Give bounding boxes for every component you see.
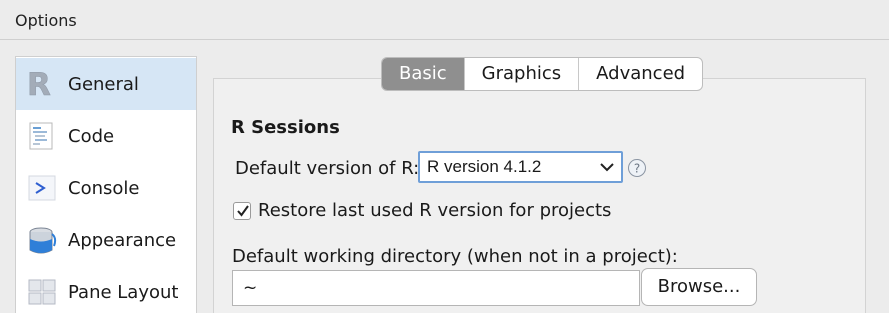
sidebar-item-label: General [68, 74, 139, 95]
help-icon[interactable]: ? [627, 158, 647, 178]
paint-bucket-icon [26, 224, 58, 256]
options-sidebar: R General Code Console Appearance Pane L… [15, 56, 197, 313]
sidebar-item-code[interactable]: Code [16, 110, 196, 162]
working-directory-field[interactable]: ~ [232, 270, 640, 306]
sidebar-item-label: Console [68, 178, 140, 199]
r-version-select[interactable]: R version 4.1.2 [418, 151, 623, 183]
sidebar-item-console[interactable]: Console [16, 162, 196, 214]
chevron-down-icon [599, 159, 615, 175]
working-directory-label: Default working directory (when not in a… [232, 246, 678, 267]
sidebar-item-pane-layout[interactable]: Pane Layout [16, 266, 196, 318]
pane-grid-icon [26, 276, 58, 308]
section-title: R Sessions [231, 117, 340, 138]
options-tabs: Basic Graphics Advanced [381, 57, 704, 91]
sidebar-item-label: Appearance [68, 230, 177, 251]
sidebar-item-appearance[interactable]: Appearance [16, 214, 196, 266]
dialog-body: R General Code Console Appearance Pane L… [0, 40, 889, 313]
browse-button[interactable]: Browse... [641, 268, 757, 306]
window-title: Options [15, 11, 77, 30]
console-prompt-icon [26, 172, 58, 204]
sidebar-item-general[interactable]: R General [16, 58, 196, 110]
tab-basic[interactable]: Basic [382, 58, 464, 90]
r-version-select-value: R version 4.1.2 [427, 157, 542, 176]
svg-text:?: ? [634, 162, 640, 176]
restore-version-label[interactable]: Restore last used R version for projects [258, 200, 611, 221]
code-document-icon [26, 120, 58, 152]
checkmark-icon [237, 205, 249, 217]
sidebar-item-label: Pane Layout [68, 282, 179, 303]
window-titlebar: Options [0, 0, 889, 40]
r-logo-icon: R [26, 67, 58, 104]
r-version-label: Default version of R: [235, 158, 420, 179]
tab-advanced[interactable]: Advanced [578, 58, 702, 90]
restore-version-checkbox[interactable] [233, 202, 251, 220]
svg-text:R: R [27, 68, 51, 100]
sidebar-item-label: Code [68, 126, 115, 147]
tab-graphics[interactable]: Graphics [463, 58, 579, 90]
